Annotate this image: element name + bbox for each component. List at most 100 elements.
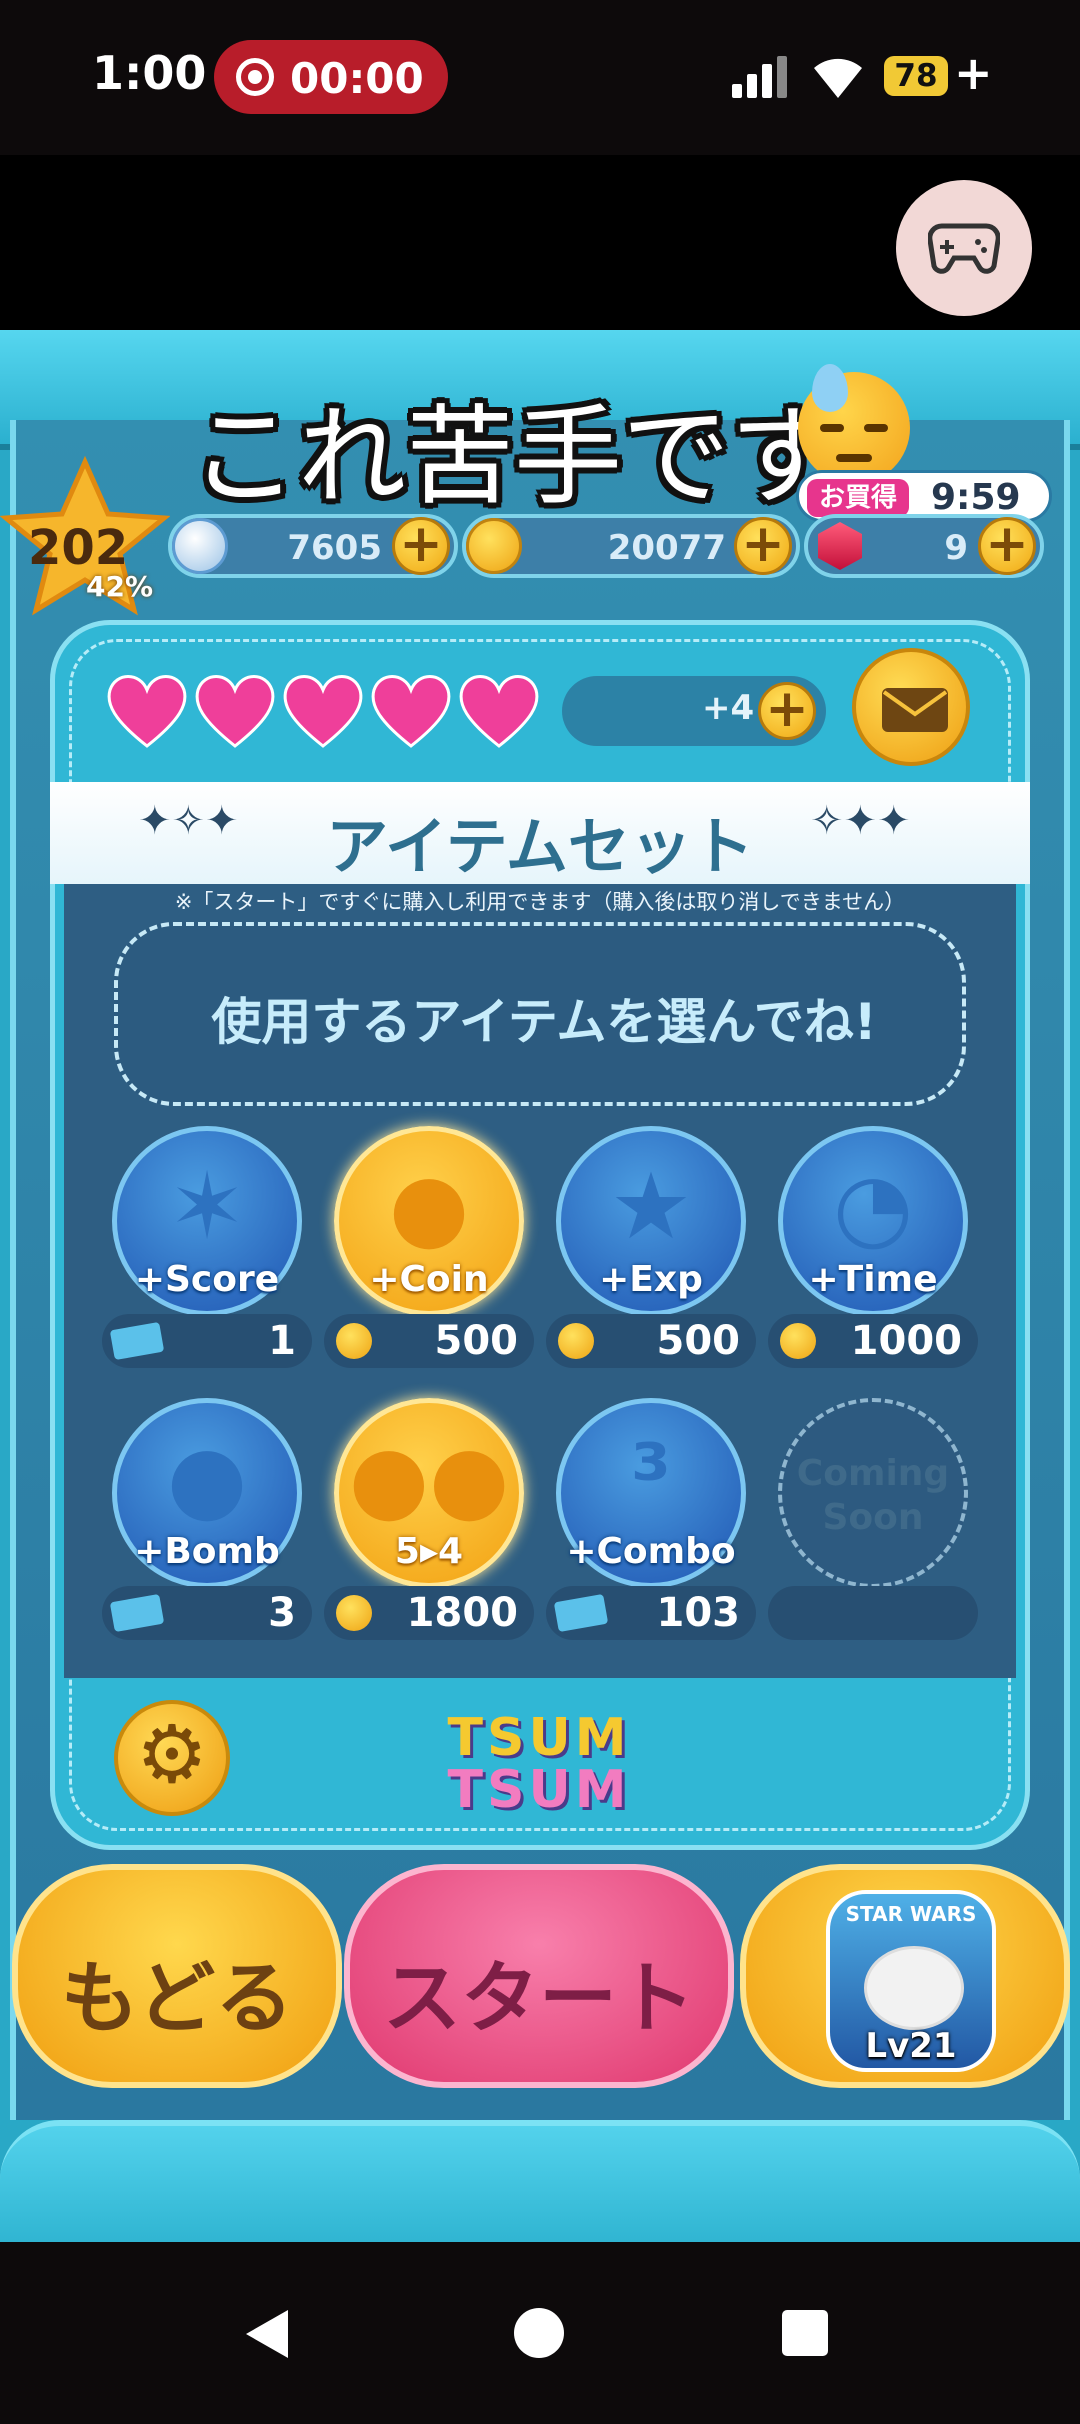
add-hearts-button[interactable] [392,514,450,575]
selection-prompt-text: 使用するアイテムを選んでね! [211,993,877,1051]
panel-title: アイテムセット [326,810,754,883]
extra-lives-box[interactable]: +4 [562,676,826,746]
sale-tag: お買得 [807,479,910,517]
item-price-value: 3 [268,1590,296,1636]
ticket-icon [109,1593,165,1633]
start-button[interactable]: スタート [344,1864,734,2088]
item-icon: ✶ [168,1153,246,1260]
item-icon: ★ [609,1153,693,1260]
heart-gem-icon [172,518,228,574]
mailbox-button[interactable] [852,648,970,766]
item-button[interactable]: ³ +Combo [556,1398,746,1588]
home-nav-icon[interactable] [514,2308,564,2358]
mail-icon [882,688,948,732]
add-coins-button[interactable] [734,514,792,575]
ticket-icon [553,1593,609,1633]
item-price: 1800 [324,1586,534,1640]
item-label: +Combo [566,1531,736,1572]
recording-time: 00:00 [290,54,424,103]
item-icon: ◔ [832,1153,914,1260]
item-button[interactable]: ● +Coin [334,1126,524,1316]
item-label: +Time [808,1259,938,1300]
item-icon: ● [166,1425,248,1532]
item-label: 5▸4 [394,1531,464,1572]
heart-icon [371,675,451,748]
game-screen: これ苦手です お買得 9:59 7605 20077 9 202 42% [0,330,1080,2242]
ticket-icon [109,1321,165,1361]
item-price: 103 [546,1586,756,1640]
item-price-value: 103 [656,1590,741,1636]
coming-soon-label: Coming Soon [796,1453,950,1538]
back-button-label: もどる [60,1954,294,2044]
add-rubies-button[interactable] [978,514,1036,575]
item-price-value: 500 [656,1318,741,1364]
item-button[interactable]: ◔ +Time [778,1126,968,1316]
item-label: +Coin [369,1259,489,1300]
signal-icon [732,56,787,98]
tsum-face-icon [864,1946,964,2030]
item-label: +Score [134,1259,280,1300]
item-button[interactable]: ●● 5▸4 [334,1398,524,1588]
item-button[interactable]: ★ +Exp [556,1126,746,1316]
item-icon: ³ [630,1425,672,1532]
sale-countdown: 9:59 [931,477,1021,518]
title-banner: ✦✧✦ ✧✦✦ アイテムセット [50,782,1030,884]
item-button[interactable]: ● +Bomb [112,1398,302,1588]
heart-icon [459,675,539,748]
rubies-value: 9 [944,528,968,568]
gear-icon: ⚙ [136,1708,208,1801]
item-price: 500 [546,1314,756,1368]
item-price [768,1586,978,1640]
ruby-icon [818,522,862,570]
item-label: +Bomb [134,1531,280,1572]
battery-charging: + [954,46,993,100]
record-icon [236,58,274,96]
selection-prompt: 使用するアイテムを選んでね! [114,922,966,1106]
recents-nav-icon[interactable] [782,2310,828,2356]
tsum-level: Lv21 [865,2026,957,2066]
item-price: 3 [102,1586,312,1640]
item-price-value: 1000 [850,1318,962,1364]
level-progress: 42% [86,570,154,603]
logo-line-1: TSUM [447,1708,631,1768]
heart-icon [283,675,363,748]
rubies-currency-box[interactable]: 9 [804,514,1044,578]
coins-value: 20077 [607,528,726,568]
tsum-series-title: STAR WARS [845,1902,977,1926]
settings-button[interactable]: ⚙ [114,1700,230,1816]
coin-icon [780,1323,816,1359]
game-controller-button[interactable] [896,180,1032,316]
item-price-value: 500 [434,1318,519,1364]
start-button-label: スタート [382,1954,695,2044]
wifi-icon [814,58,862,98]
navigation-bar [0,2242,1080,2424]
battery-level: 78 [894,58,938,94]
status-clock: 1:00 [92,46,207,100]
tsum-select-button[interactable]: STAR WARS Lv21 [740,1864,1070,2088]
item-price-value: 1 [268,1318,296,1364]
item-price: 500 [324,1314,534,1368]
coins-currency-box[interactable]: 20077 [462,514,800,578]
heart-icon [195,675,275,748]
extra-lives-count: +4 [702,688,755,728]
coin-icon [336,1323,372,1359]
item-label: +Exp [599,1259,703,1300]
battery-icon: 78 [884,56,948,96]
back-button[interactable]: もどる [12,1864,342,2088]
purchase-notice: ※「スタート」ですぐに購入し利用できます（購入後は取り消しできません） [174,890,906,914]
coin-icon [336,1595,372,1631]
item-price: 1 [102,1314,312,1368]
item-price: 1000 [768,1314,978,1368]
add-lives-button[interactable] [758,679,816,740]
coin-icon [558,1323,594,1359]
tsum-tsum-logo: TSUM TSUM [414,1708,664,1820]
tsum-avatar: STAR WARS Lv21 [826,1890,996,2072]
video-caption: これ苦手です [190,395,839,520]
item-icon: ● [388,1153,470,1260]
heart-icon [107,675,187,748]
hearts-currency-box[interactable]: 7605 [168,514,458,578]
controller-icon [928,223,1000,274]
screen-recording-pill[interactable]: 00:00 [214,40,448,114]
back-nav-icon[interactable] [246,2310,288,2358]
item-button[interactable]: ✶ +Score [112,1126,302,1316]
